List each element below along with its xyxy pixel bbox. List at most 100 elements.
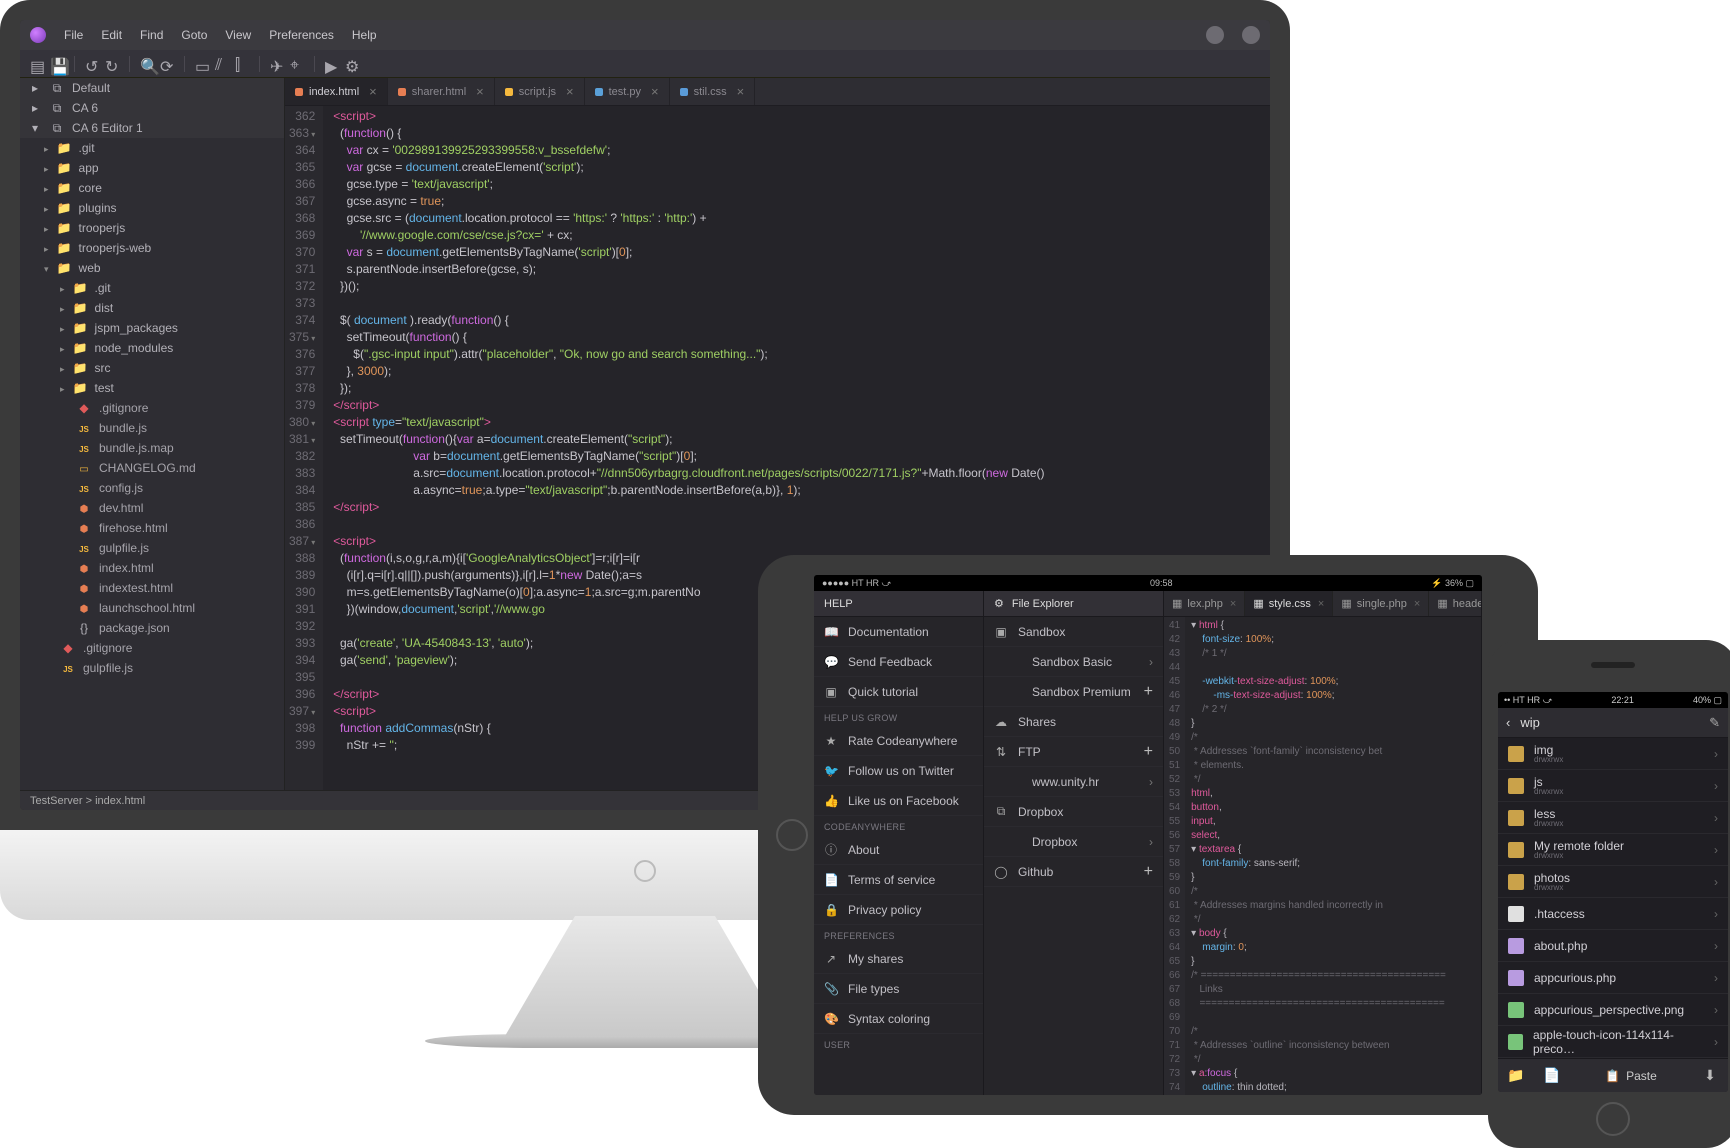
file-row[interactable]: about.php›: [1498, 930, 1728, 962]
toolbar-icon[interactable]: 💾: [50, 57, 64, 71]
menu-goto[interactable]: Goto: [181, 28, 207, 42]
help-item[interactable]: 🎨Syntax coloring: [814, 1004, 983, 1034]
folder-row[interactable]: jsdrwxrwx›: [1498, 770, 1728, 802]
file-row[interactable]: apple-touch-icon-114x114-preco…›: [1498, 1026, 1728, 1058]
toolbar-icon[interactable]: ⚙: [345, 57, 359, 71]
folder-row[interactable]: imgdrwxrwx›: [1498, 738, 1728, 770]
home-button[interactable]: [1596, 1102, 1630, 1136]
tree-folder[interactable]: 📁test: [20, 378, 284, 398]
tree-file[interactable]: ⬢dev.html: [20, 498, 284, 518]
add-icon[interactable]: +: [1144, 863, 1153, 881]
notifications-icon[interactable]: [1206, 26, 1224, 44]
file-row[interactable]: appcurious.php›: [1498, 962, 1728, 994]
explorer-item[interactable]: Sandbox Basic›: [984, 647, 1163, 677]
menu-help[interactable]: Help: [352, 28, 377, 42]
tree-folder[interactable]: 📁jspm_packages: [20, 318, 284, 338]
sidebar-root[interactable]: ▸⧉Default: [20, 78, 284, 98]
tree-file[interactable]: ◆.gitignore: [20, 398, 284, 418]
breadcrumb[interactable]: TestServer > index.html: [30, 795, 145, 807]
tree-file[interactable]: ⬢indextest.html: [20, 578, 284, 598]
sidebar-root[interactable]: ▾⧉CA 6 Editor 1: [20, 118, 284, 138]
toolbar-icon[interactable]: ↺: [85, 57, 99, 71]
help-item[interactable]: 📄Terms of service: [814, 865, 983, 895]
help-item[interactable]: ↗My shares: [814, 944, 983, 974]
tablet-code-editor[interactable]: 4142434445464748495051525354555657585960…: [1164, 617, 1481, 1095]
close-icon[interactable]: ×: [476, 84, 484, 99]
tablet-tab[interactable]: ▦lex.php×: [1164, 591, 1245, 616]
tablet-tab[interactable]: ▦heade×: [1429, 591, 1481, 616]
toolbar-icon[interactable]: ▤: [30, 57, 44, 71]
close-icon[interactable]: ×: [1230, 598, 1236, 610]
toolbar-icon[interactable]: ⫽: [215, 57, 229, 71]
folder-row[interactable]: lessdrwxrwx›: [1498, 802, 1728, 834]
help-item[interactable]: 👍Like us on Facebook: [814, 786, 983, 816]
tree-folder[interactable]: 📁node_modules: [20, 338, 284, 358]
close-icon[interactable]: ×: [369, 84, 377, 99]
menu-find[interactable]: Find: [140, 28, 163, 42]
menu-file[interactable]: File: [64, 28, 83, 42]
toolbar-icon[interactable]: ✈: [270, 57, 284, 71]
home-button[interactable]: [776, 819, 808, 851]
close-icon[interactable]: ×: [1414, 598, 1420, 610]
toolbar-icon[interactable]: ⟳: [160, 57, 174, 71]
close-icon[interactable]: ×: [566, 84, 574, 99]
user-avatar-icon[interactable]: [1242, 26, 1260, 44]
add-icon[interactable]: +: [1144, 683, 1153, 701]
folder-row[interactable]: My remote folderdrwxrwx›: [1498, 834, 1728, 866]
explorer-item[interactable]: Dropbox›: [984, 827, 1163, 857]
tree-file[interactable]: JSbundle.js.map: [20, 438, 284, 458]
tree-folder[interactable]: 📁.git: [20, 138, 284, 158]
tree-file[interactable]: ▭CHANGELOG.md: [20, 458, 284, 478]
tree-file[interactable]: JSgulpfile.js: [20, 658, 284, 678]
editor-tab[interactable]: stil.css×: [670, 78, 756, 105]
back-button[interactable]: ‹: [1506, 715, 1510, 730]
paste-button[interactable]: 📋 Paste: [1570, 1069, 1692, 1083]
toolbar-icon[interactable]: 🔍: [140, 57, 154, 71]
new-folder-icon[interactable]: 📁: [1498, 1067, 1534, 1084]
help-item[interactable]: 🐦Follow us on Twitter: [814, 756, 983, 786]
explorer-item[interactable]: www.unity.hr›: [984, 767, 1163, 797]
tree-file[interactable]: ⬢firehose.html: [20, 518, 284, 538]
explorer-item[interactable]: ⧉Dropbox: [984, 797, 1163, 827]
close-icon[interactable]: ×: [1318, 598, 1324, 610]
help-item[interactable]: 📖Documentation: [814, 617, 983, 647]
toolbar-icon[interactable]: ▶: [325, 57, 339, 71]
toolbar-icon[interactable]: ⫿: [235, 57, 249, 71]
explorer-item[interactable]: ▣Sandbox: [984, 617, 1163, 647]
tree-folder[interactable]: 📁app: [20, 158, 284, 178]
tree-file[interactable]: {}package.json: [20, 618, 284, 638]
help-item[interactable]: 🔒Privacy policy: [814, 895, 983, 925]
gear-icon[interactable]: ⚙: [994, 597, 1004, 610]
toolbar-icon[interactable]: ⌖: [290, 57, 304, 71]
help-item[interactable]: 💬Send Feedback: [814, 647, 983, 677]
menu-edit[interactable]: Edit: [101, 28, 122, 42]
tree-file[interactable]: ⬢launchschool.html: [20, 598, 284, 618]
help-item[interactable]: 📎File types: [814, 974, 983, 1004]
help-item[interactable]: ⓘAbout: [814, 835, 983, 865]
new-file-icon[interactable]: 📄: [1534, 1067, 1570, 1084]
tree-folder[interactable]: 📁plugins: [20, 198, 284, 218]
tree-folder[interactable]: 📁trooperjs: [20, 218, 284, 238]
tree-file[interactable]: JSconfig.js: [20, 478, 284, 498]
editor-tab[interactable]: sharer.html×: [388, 78, 495, 105]
explorer-item[interactable]: ◯Github+: [984, 857, 1163, 887]
menu-view[interactable]: View: [225, 28, 251, 42]
toolbar-icon[interactable]: ▭: [195, 57, 209, 71]
sidebar-root[interactable]: ▸⧉CA 6: [20, 98, 284, 118]
help-item[interactable]: ★Rate Codeanywhere: [814, 726, 983, 756]
tree-folder[interactable]: 📁.git: [20, 278, 284, 298]
explorer-item[interactable]: Sandbox Premium+: [984, 677, 1163, 707]
edit-button[interactable]: ✎: [1709, 715, 1720, 731]
explorer-item[interactable]: ⇅FTP+: [984, 737, 1163, 767]
download-icon[interactable]: ⬇: [1692, 1067, 1728, 1084]
tree-file[interactable]: JSgulpfile.js: [20, 538, 284, 558]
tree-file[interactable]: ⬢index.html: [20, 558, 284, 578]
tablet-tab[interactable]: ▦single.php×: [1333, 591, 1429, 616]
editor-tab[interactable]: index.html×: [285, 78, 388, 105]
help-item[interactable]: ▣Quick tutorial: [814, 677, 983, 707]
tree-folder[interactable]: 📁core: [20, 178, 284, 198]
tree-folder[interactable]: 📁src: [20, 358, 284, 378]
add-icon[interactable]: +: [1144, 743, 1153, 761]
close-icon[interactable]: ×: [737, 84, 745, 99]
editor-tab[interactable]: script.js×: [495, 78, 585, 105]
